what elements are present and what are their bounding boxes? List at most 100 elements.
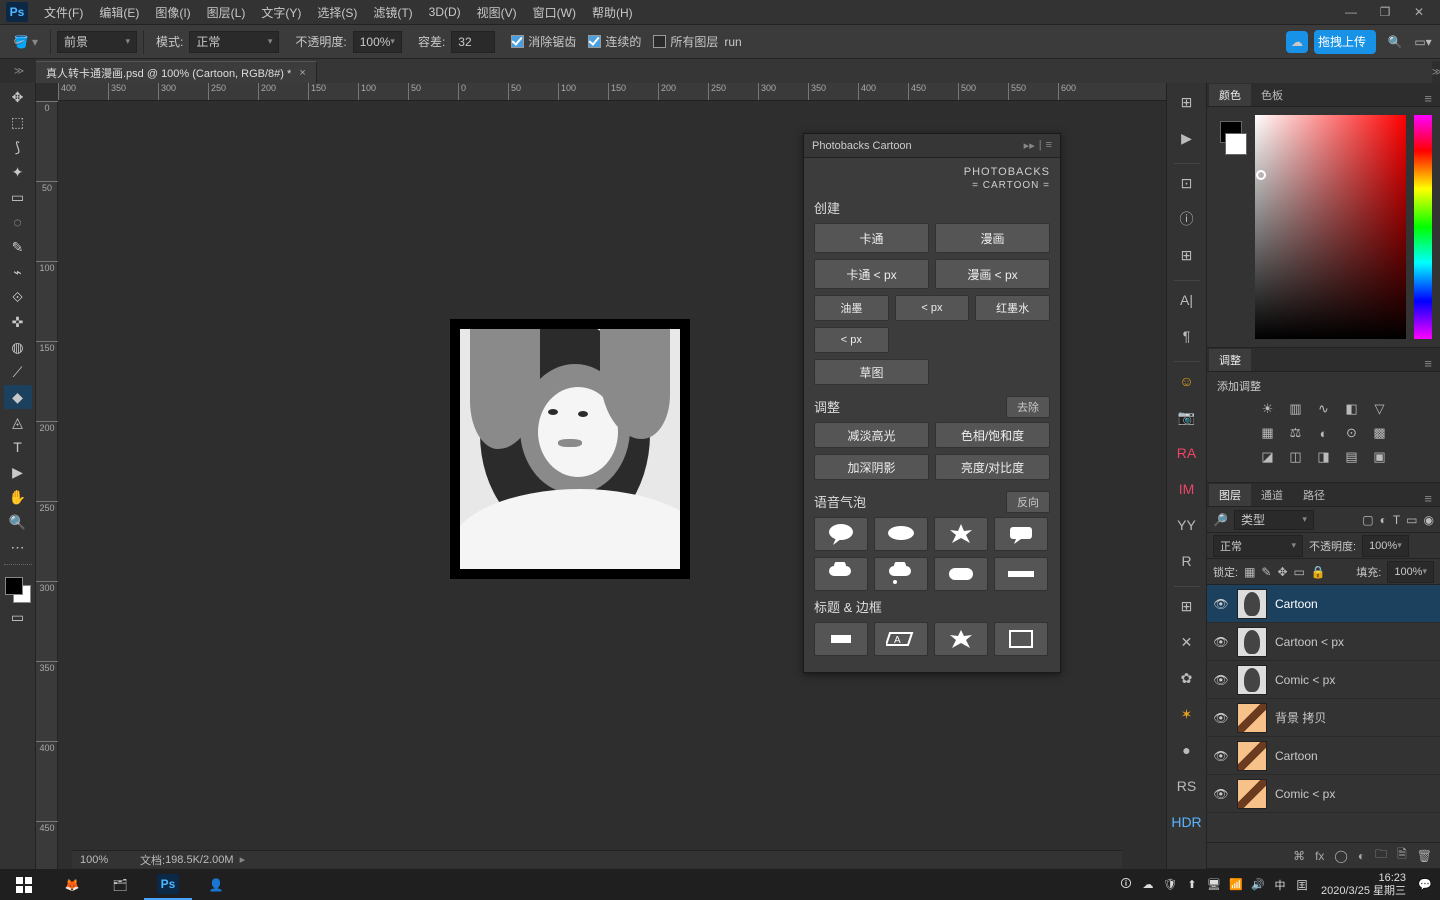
cartoon-px-button[interactable]: 卡通 < px — [814, 259, 929, 289]
visibility-icon[interactable]: 👁 — [1213, 634, 1229, 650]
tray-icon[interactable]: 🛡 — [1159, 878, 1181, 891]
filter-type-icon[interactable]: T — [1393, 513, 1400, 527]
adjustment-layer-icon[interactable]: ◐ — [1358, 849, 1365, 863]
remove-button[interactable]: 去除 — [1006, 396, 1050, 418]
comic-button[interactable]: 漫画 — [935, 223, 1050, 253]
strip-item[interactable]: HDR — [1172, 807, 1202, 837]
taskbar-firefox[interactable]: 🦊 — [48, 869, 96, 900]
visibility-icon[interactable]: 👁 — [1213, 748, 1229, 764]
invert-button[interactable]: 反向 — [1006, 491, 1050, 513]
filter-smart-icon[interactable]: ◉ — [1424, 513, 1434, 527]
tray-icon[interactable]: 📶 — [1225, 878, 1247, 891]
tab-swatches[interactable]: 色板 — [1251, 84, 1293, 106]
panel-menu-icon[interactable]: ≡ — [1046, 139, 1052, 152]
all-layers-checkbox[interactable] — [653, 35, 666, 48]
zoom-value[interactable]: 100% — [80, 854, 140, 866]
menu-window[interactable]: 窗口(W) — [525, 0, 584, 25]
menu-select[interactable]: 选择(S) — [309, 0, 365, 25]
strip-item[interactable]: RA — [1172, 438, 1202, 468]
right-collapse-grip[interactable]: ≫ — [1432, 61, 1440, 83]
crop-tool[interactable]: ▭ — [4, 185, 32, 209]
tray-icon[interactable]: ⬆ — [1181, 878, 1203, 891]
taskbar-clock[interactable]: 16:232020/3/25 星期三 — [1313, 872, 1414, 896]
path-tool[interactable]: ▶ — [4, 460, 32, 484]
menu-view[interactable]: 视图(V) — [469, 0, 525, 25]
strip-item[interactable]: ¶ — [1172, 321, 1202, 351]
strip-item[interactable]: RS — [1172, 771, 1202, 801]
lock-pixels-icon[interactable]: ✎ — [1261, 565, 1271, 579]
strip-item[interactable]: ⊞ — [1172, 240, 1202, 270]
comic-px-button[interactable]: 漫画 < px — [935, 259, 1050, 289]
balance-icon[interactable]: ⚖ — [1287, 424, 1305, 442]
panel-menu-icon[interactable]: ≡ — [1416, 356, 1440, 371]
strip-item[interactable]: R — [1172, 546, 1202, 576]
lock-position-icon[interactable]: ✥ — [1277, 565, 1287, 579]
hand-tool[interactable]: ✋ — [4, 485, 32, 509]
strip-item[interactable]: A| — [1172, 285, 1202, 315]
tray-icon[interactable]: 🔊 — [1247, 878, 1269, 891]
strip-item[interactable]: ⓘ — [1172, 204, 1202, 234]
cloud-bubble-2[interactable] — [874, 557, 928, 591]
visibility-icon[interactable]: 👁 — [1213, 596, 1229, 612]
history-brush-tool[interactable]: ✜ — [4, 310, 32, 334]
panel-menu-icon[interactable]: ≡ — [1416, 491, 1440, 506]
layer-row[interactable]: 👁Cartoon — [1207, 585, 1440, 623]
banner-bubble[interactable] — [994, 557, 1048, 591]
visibility-icon[interactable]: 👁 — [1213, 710, 1229, 726]
taskbar-photoshop[interactable]: Ps — [144, 869, 192, 900]
redink-button[interactable]: 红墨水 — [975, 295, 1050, 321]
strip-item[interactable]: IM — [1172, 474, 1202, 504]
posterize-icon[interactable]: ◫ — [1287, 448, 1305, 466]
lighten-button[interactable]: 减淡高光 — [814, 422, 929, 448]
workspace-switcher[interactable]: ▭▾ — [1414, 33, 1432, 51]
mask-icon[interactable]: ◯ — [1334, 849, 1347, 863]
taskbar-explorer[interactable]: 🗂 — [96, 869, 144, 900]
tray-icon[interactable]: ☁ — [1137, 878, 1159, 891]
fg-bg-swatches[interactable] — [3, 575, 33, 605]
toolbar-collapse-grip[interactable]: ≫ — [0, 59, 36, 83]
panel-menu-icon[interactable]: ≡ — [1416, 91, 1440, 106]
ink-px-button[interactable]: < px — [895, 295, 970, 321]
redink-px-button[interactable]: < px — [814, 327, 889, 353]
tray-icon[interactable]: 🖥 — [1203, 878, 1225, 891]
filter-image-icon[interactable]: ▢ — [1362, 513, 1373, 527]
tab-channels[interactable]: 通道 — [1251, 484, 1293, 506]
group-icon[interactable]: 🗀 — [1375, 845, 1387, 866]
strip-item[interactable]: ● — [1172, 735, 1202, 765]
strip-item[interactable]: ⊞ — [1172, 591, 1202, 621]
healing-tool[interactable]: ✎ — [4, 235, 32, 259]
bw-icon[interactable]: ◐ — [1315, 424, 1333, 442]
strip-item[interactable]: 📷 — [1172, 402, 1202, 432]
strip-item[interactable]: ✕ — [1172, 627, 1202, 657]
paint-bucket-tool[interactable]: ◆ — [4, 385, 32, 409]
strip-item[interactable]: ▶ — [1172, 123, 1202, 153]
rect-bubble[interactable] — [994, 517, 1048, 551]
collapse-icon[interactable]: ▸▸ — [1024, 139, 1035, 152]
brightness-button[interactable]: 亮度/对比度 — [935, 454, 1050, 480]
lock-transparency-icon[interactable]: ▦ — [1244, 565, 1255, 579]
menu-help[interactable]: 帮助(H) — [584, 0, 641, 25]
menu-filter[interactable]: 滤镜(T) — [365, 0, 420, 25]
gradient-tool[interactable]: ⟋ — [4, 360, 32, 384]
layer-row[interactable]: 👁Cartoon < px — [1207, 623, 1440, 661]
visibility-icon[interactable]: 👁 — [1213, 672, 1229, 688]
title-rect[interactable] — [814, 622, 868, 656]
blur-tool[interactable]: ◬ — [4, 410, 32, 434]
marquee-tool[interactable]: ⬚ — [4, 110, 32, 134]
search-icon[interactable]: 🔍 — [1386, 33, 1404, 51]
strip-item[interactable]: ⊡ — [1172, 168, 1202, 198]
tray-notifications[interactable]: 💬 — [1414, 878, 1436, 891]
speech-bubble-2[interactable] — [874, 517, 928, 551]
speech-bubble-1[interactable] — [814, 517, 868, 551]
layer-row[interactable]: 👁Comic < px — [1207, 661, 1440, 699]
lasso-tool[interactable]: ⟆ — [4, 135, 32, 159]
gradient-map-icon[interactable]: ▤ — [1343, 448, 1361, 466]
new-layer-icon[interactable]: 🗎 — [1397, 845, 1407, 866]
channel-mixer-icon[interactable]: ▩ — [1371, 424, 1389, 442]
link-layers-icon[interactable]: ⌘ — [1293, 849, 1305, 863]
brightness-icon[interactable]: ☀ — [1259, 400, 1277, 418]
menu-image[interactable]: 图像(I) — [147, 0, 198, 25]
background-swatch[interactable] — [1225, 133, 1247, 155]
opacity-input[interactable]: 100%▾ — [353, 31, 402, 53]
strip-item[interactable]: ✿ — [1172, 663, 1202, 693]
